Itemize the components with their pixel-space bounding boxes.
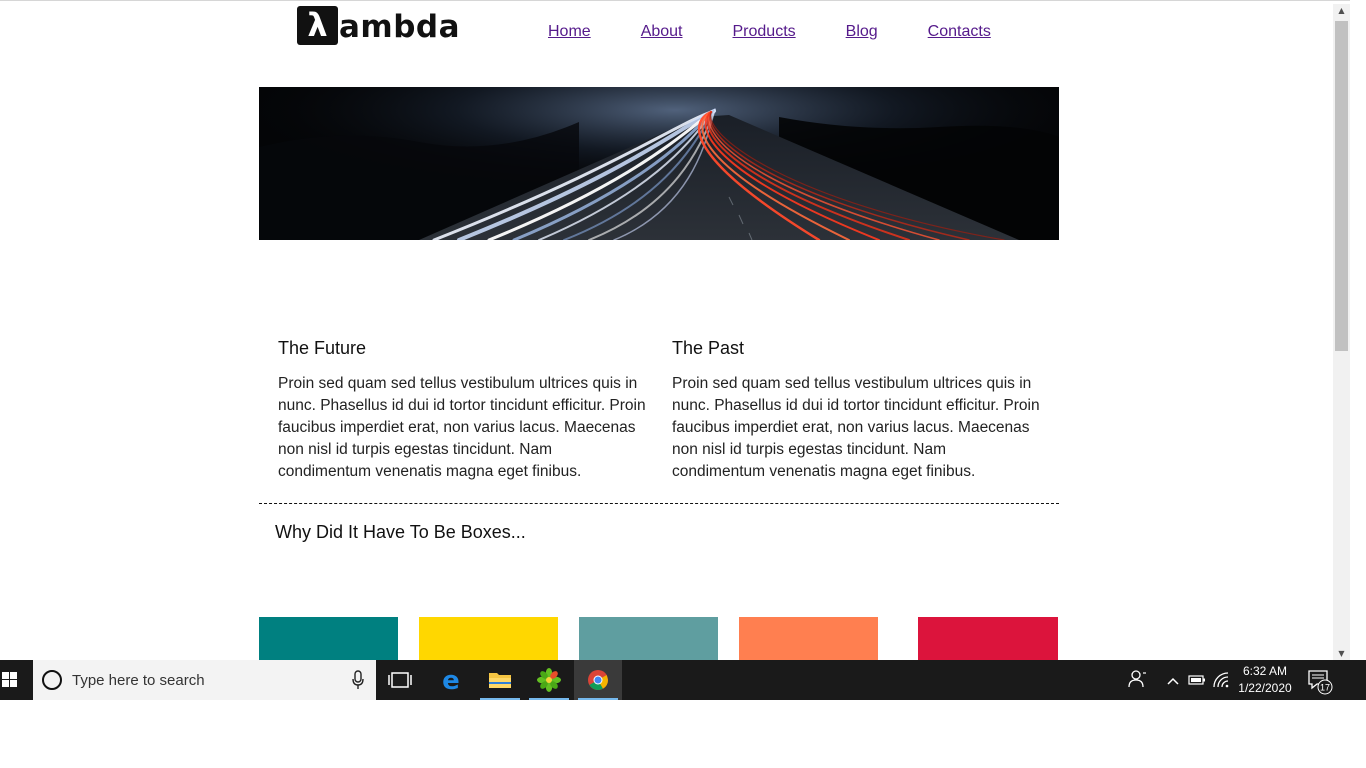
- nav-link-home[interactable]: Home: [548, 23, 591, 41]
- color-box-crimson: [918, 617, 1058, 660]
- windows-taskbar: Type here to search e 6:32 AM 1/22/2020 …: [0, 660, 1366, 700]
- scroll-up-arrow-icon[interactable]: ▲: [1333, 4, 1350, 18]
- scroll-down-arrow-icon[interactable]: ▼: [1333, 647, 1350, 660]
- chevron-up-icon[interactable]: [1160, 660, 1186, 700]
- wifi-icon[interactable]: [1210, 660, 1234, 700]
- lambda-logo-icon: λ: [297, 6, 338, 45]
- nav-link-blog[interactable]: Blog: [846, 23, 878, 41]
- icq-icon[interactable]: [525, 660, 573, 700]
- column-title: The Future: [278, 338, 367, 358]
- task-view-icon[interactable]: [376, 660, 424, 700]
- system-clock[interactable]: 6:32 AM 1/22/2020: [1232, 663, 1298, 697]
- microphone-icon[interactable]: [352, 670, 364, 690]
- color-box-gold: [419, 617, 558, 660]
- notification-count-badge: 17: [1320, 683, 1330, 693]
- highway-light-trails-image: [259, 87, 1059, 240]
- column-the-past: The Past Proin sed quam sed tellus vesti…: [672, 337, 1042, 483]
- blank-area-below-taskbar: [0, 700, 1366, 768]
- clock-date: 1/22/2020: [1238, 681, 1292, 695]
- main-nav: Home About Products Blog Contacts: [548, 23, 1041, 41]
- boxes-heading: Why Did It Have To Be Boxes...: [275, 522, 526, 542]
- color-box-coral: [739, 617, 878, 660]
- windows-start-icon[interactable]: [0, 660, 32, 700]
- screen: λ ambda Home About Products Blog Contact…: [0, 0, 1366, 768]
- browser-viewport: λ ambda Home About Products Blog Contact…: [0, 0, 1350, 660]
- battery-icon[interactable]: [1186, 660, 1208, 700]
- site-logo[interactable]: λ ambda: [297, 5, 460, 45]
- nav-link-contacts[interactable]: Contacts: [928, 23, 991, 41]
- people-icon[interactable]: [1124, 660, 1152, 700]
- taskbar-search-box[interactable]: Type here to search: [33, 660, 376, 700]
- column-body: Proin sed quam sed tellus vestibulum ult…: [278, 375, 646, 480]
- column-the-future: The Future Proin sed quam sed tellus ves…: [278, 337, 648, 483]
- color-box-cadetblue: [579, 617, 718, 660]
- edge-icon[interactable]: e: [427, 660, 475, 700]
- scrollbar-thumb[interactable]: [1335, 21, 1348, 351]
- clock-time: 6:32 AM: [1242, 664, 1288, 678]
- nav-link-about[interactable]: About: [641, 23, 683, 41]
- search-input[interactable]: Type here to search: [72, 672, 205, 689]
- chrome-icon[interactable]: [574, 660, 622, 700]
- logo-text: ambda: [339, 9, 461, 45]
- file-explorer-icon[interactable]: [476, 660, 524, 700]
- action-center-icon[interactable]: 17: [1302, 660, 1338, 700]
- color-box-teal: [259, 617, 398, 660]
- cortana-search-icon: [42, 670, 62, 690]
- column-body: Proin sed quam sed tellus vestibulum ult…: [672, 375, 1040, 480]
- nav-link-products[interactable]: Products: [733, 23, 796, 41]
- svg-text:e: e: [442, 666, 460, 696]
- column-title: The Past: [672, 338, 745, 358]
- dashed-divider: [259, 503, 1059, 504]
- vertical-scrollbar[interactable]: ▲ ▼: [1333, 4, 1350, 660]
- hero-image: [259, 87, 1059, 240]
